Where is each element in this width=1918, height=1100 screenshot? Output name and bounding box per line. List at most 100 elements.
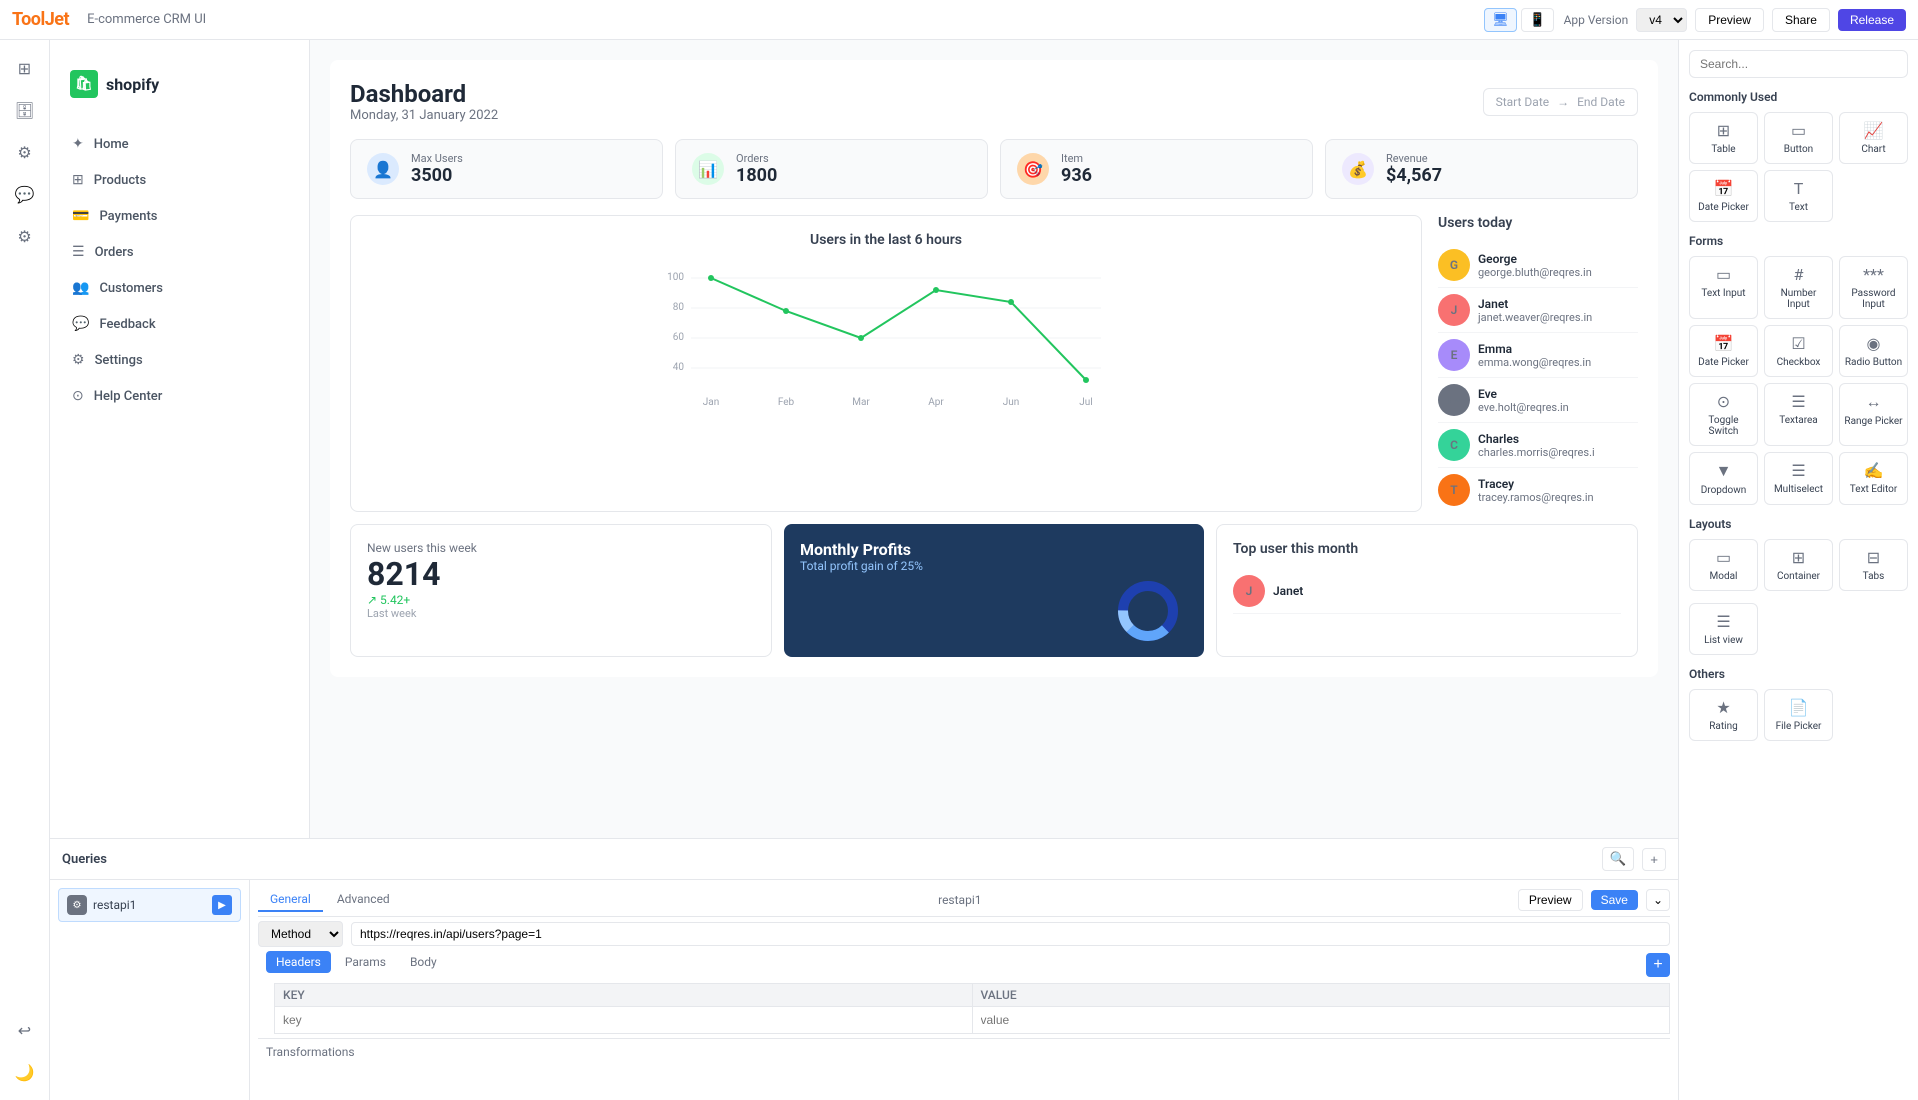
component-search-input[interactable] xyxy=(1689,50,1908,78)
range-picker-item[interactable]: ↔ Range Picker xyxy=(1839,383,1908,446)
tablet-device-btn[interactable]: 📱 xyxy=(1521,8,1554,32)
dashboard-panel: Dashboard Monday, 31 January 2022 Start … xyxy=(330,60,1658,677)
container-item[interactable]: ⊞ Container xyxy=(1764,539,1833,591)
date-picker2-item[interactable]: 📅 Date Picker xyxy=(1689,325,1758,377)
password-input-item[interactable]: *** Password Input xyxy=(1839,256,1908,319)
value-input[interactable] xyxy=(975,1009,1668,1031)
avatar-emma: E xyxy=(1438,339,1470,371)
avatar-charles: C xyxy=(1438,429,1470,461)
query-tab-advanced[interactable]: Advanced xyxy=(325,888,402,912)
device-toggle-group: 🖥 📱 xyxy=(1484,8,1554,32)
query-expand-button[interactable]: ⌄ xyxy=(1646,889,1670,911)
textarea-icon: ☰ xyxy=(1791,392,1805,411)
nav-item-settings[interactable]: ⚙ Settings xyxy=(60,344,299,376)
queries-search-btn[interactable]: 🔍 xyxy=(1602,847,1635,871)
list-view-item[interactable]: ☰ List view xyxy=(1689,603,1758,655)
query-editor: General Advanced restapi1 Preview Save ⌄… xyxy=(250,880,1678,1100)
headers-tab[interactable]: Headers xyxy=(266,951,331,973)
rating-item[interactable]: ★ Rating xyxy=(1689,689,1758,741)
text-editor-icon: ✍ xyxy=(1864,461,1884,480)
new-users-last-week: Last week xyxy=(367,607,755,620)
svg-text:Feb: Feb xyxy=(778,397,795,408)
svg-text:Jul: Jul xyxy=(1079,397,1092,408)
item-label: Item xyxy=(1061,152,1092,165)
query-item-restapi1[interactable]: ⚙ restapi1 ▶ xyxy=(58,888,241,922)
stat-card-item: 🎯 Item 936 xyxy=(1000,139,1313,199)
checkbox-item[interactable]: ☑ Checkbox xyxy=(1764,325,1833,377)
nav-item-feedback[interactable]: 💬 Feedback xyxy=(60,308,299,340)
nav-item-help-center[interactable]: ⊙ Help Center xyxy=(60,380,299,412)
nav-item-orders[interactable]: ☰ Orders xyxy=(60,236,299,268)
checkbox-icon: ☑ xyxy=(1791,334,1805,353)
tabs-item[interactable]: ⊟ Tabs xyxy=(1839,539,1908,591)
stat-card-revenue: 💰 Revenue $4,567 xyxy=(1325,139,1638,199)
queries-title: Queries xyxy=(62,852,1594,867)
layouts-grid: ▭ Modal ⊞ Container ⊟ Tabs xyxy=(1689,539,1908,591)
sidebar-moon-icon[interactable]: 🌙 xyxy=(7,1054,43,1090)
dropdown-item[interactable]: ▼ Dropdown xyxy=(1689,452,1758,505)
nav-item-customers[interactable]: 👥 Customers xyxy=(60,272,299,304)
text-item[interactable]: T Text xyxy=(1764,170,1833,222)
params-tab[interactable]: Params xyxy=(335,951,396,973)
orders-icon: ☰ xyxy=(72,244,85,260)
date-picker-item[interactable]: 📅 Date Picker xyxy=(1689,170,1758,222)
share-button[interactable]: Share xyxy=(1772,8,1830,32)
sidebar-settings-icon[interactable]: ⚙ xyxy=(7,218,43,254)
key-input[interactable] xyxy=(277,1009,970,1031)
top-user-title: Top user this month xyxy=(1233,541,1621,557)
query-tab-general[interactable]: General xyxy=(258,888,323,912)
nav-item-home[interactable]: ✦ Home xyxy=(60,128,299,160)
add-header-button[interactable]: + xyxy=(1646,953,1670,977)
query-url-row: Method GET POST PUT DELETE xyxy=(258,921,1670,947)
sidebar-pages-icon[interactable]: ⊞ xyxy=(7,50,43,86)
sidebar-chat-icon[interactable]: 💬 xyxy=(7,176,43,212)
queries-add-btn[interactable]: + xyxy=(1642,848,1666,871)
table-header: KEY VALUE xyxy=(275,984,1670,1007)
user-name-emma: Emma xyxy=(1478,342,1591,356)
button-component-item[interactable]: ▭ Button xyxy=(1764,112,1833,164)
nav-item-products[interactable]: ⊞ Products xyxy=(60,164,299,196)
sidebar-inspect-icon[interactable]: ⚙ xyxy=(7,134,43,170)
textarea-item[interactable]: ☰ Textarea xyxy=(1764,383,1833,446)
query-editor-tabs: General Advanced xyxy=(258,888,402,912)
date-range-picker[interactable]: Start Date → End Date xyxy=(1483,88,1638,116)
stat-card-orders: 📊 Orders 1800 xyxy=(675,139,988,199)
text-input-item[interactable]: ▭ Text Input xyxy=(1689,256,1758,319)
list-view-icon: ☰ xyxy=(1716,612,1730,631)
dashboard-header: Dashboard Monday, 31 January 2022 Start … xyxy=(350,80,1638,123)
body-tab[interactable]: Body xyxy=(400,951,447,973)
radio-button-item[interactable]: ◉ Radio Button xyxy=(1839,325,1908,377)
release-button[interactable]: Release xyxy=(1838,9,1906,31)
top-user-name: Janet xyxy=(1273,584,1303,598)
modal-item[interactable]: ▭ Modal xyxy=(1689,539,1758,591)
toggle-switch-item[interactable]: ⊙ Toggle Switch xyxy=(1689,383,1758,446)
sidebar-support-icon[interactable]: ↩ xyxy=(7,1012,43,1048)
query-save-button[interactable]: Save xyxy=(1591,890,1638,910)
file-picker-item[interactable]: 📄 File Picker xyxy=(1764,689,1833,741)
chart-component-item[interactable]: 📈 Chart xyxy=(1839,112,1908,164)
version-select[interactable]: v4 v3 v2 xyxy=(1636,8,1687,32)
url-input[interactable] xyxy=(351,922,1670,946)
query-preview-button[interactable]: Preview xyxy=(1518,889,1583,911)
multiselect-item[interactable]: ☰ Multiselect xyxy=(1764,452,1833,505)
svg-text:60: 60 xyxy=(673,332,685,343)
toggle-switch-icon: ⊙ xyxy=(1717,392,1730,411)
container-icon: ⊞ xyxy=(1792,548,1805,567)
svg-text:Apr: Apr xyxy=(928,397,944,408)
table-component-item[interactable]: ⊞ Table xyxy=(1689,112,1758,164)
method-select[interactable]: Method GET POST PUT DELETE xyxy=(258,921,343,947)
text-editor-item[interactable]: ✍ Text Editor xyxy=(1839,452,1908,505)
number-input-item[interactable]: # Number Input xyxy=(1764,256,1833,319)
help-icon: ⊙ xyxy=(72,388,84,404)
query-api-icon: ⚙ xyxy=(67,895,87,915)
query-run-button[interactable]: ▶ xyxy=(212,895,232,915)
file-picker-icon: 📄 xyxy=(1789,698,1809,717)
desktop-device-btn[interactable]: 🖥 xyxy=(1484,8,1517,32)
kv-table-container: KEY VALUE xyxy=(258,983,1670,1034)
nav-item-payments[interactable]: 💳 Payments xyxy=(60,200,299,232)
sidebar-database-icon[interactable]: 🗄 xyxy=(7,92,43,128)
others-grid: ★ Rating 📄 File Picker xyxy=(1689,689,1908,741)
end-date-label: End Date xyxy=(1577,95,1625,109)
svg-text:Jun: Jun xyxy=(1003,397,1020,408)
preview-button[interactable]: Preview xyxy=(1695,8,1764,32)
